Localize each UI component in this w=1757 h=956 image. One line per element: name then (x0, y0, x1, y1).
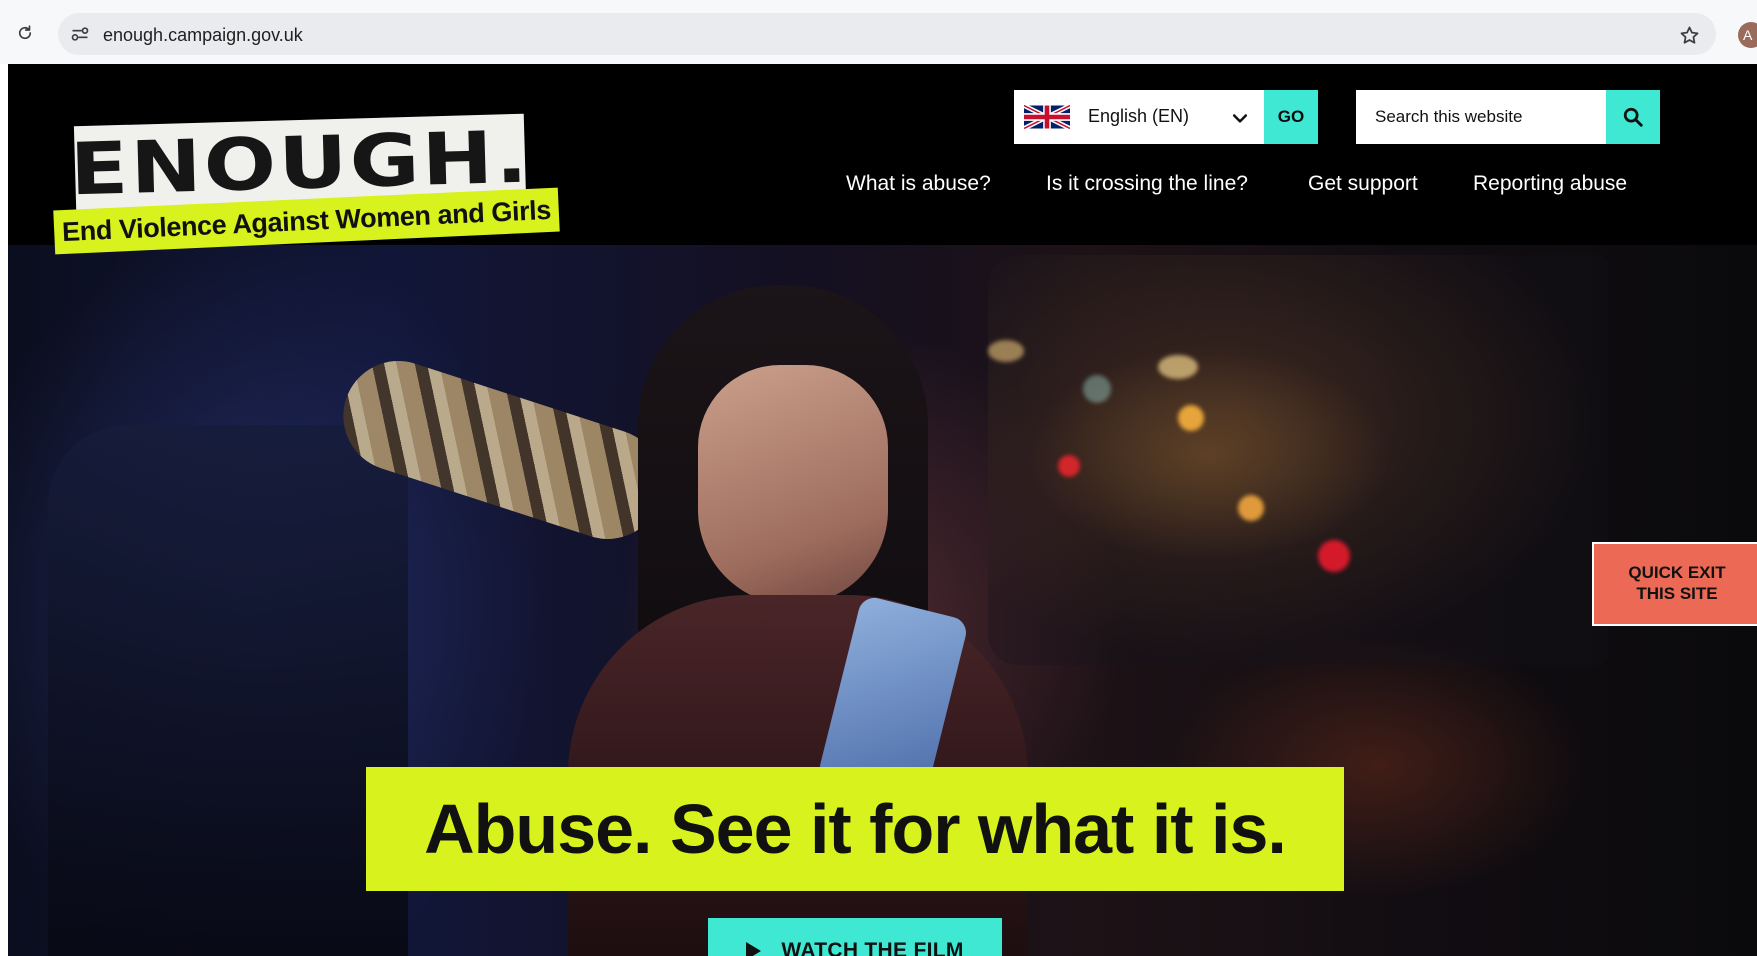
tune-icon (71, 27, 89, 41)
hero-rainy-window (988, 255, 1608, 665)
hero-woman-face (698, 365, 888, 605)
search-icon (1623, 107, 1643, 127)
reload-icon (18, 25, 32, 40)
language-go-button[interactable]: GO (1264, 90, 1318, 144)
quick-exit-button[interactable]: QUICK EXIT THIS SITE (1592, 542, 1757, 626)
hero-banner: Abuse. See it for what it is. WATCH THE … (8, 245, 1757, 956)
url-text[interactable]: enough.campaign.gov.uk (103, 25, 303, 46)
page-viewport: ENOUGH. End Violence Against Women and G… (8, 64, 1757, 956)
quick-exit-line1: QUICK EXIT (1628, 563, 1726, 582)
watch-film-label: WATCH THE FILM (781, 938, 964, 956)
browser-toolbar: enough.campaign.gov.uk A (0, 0, 1757, 64)
nav-crossing-the-line[interactable]: Is it crossing the line? (1046, 172, 1248, 196)
language-selected-label: English (EN) (1088, 106, 1190, 126)
nav-get-support[interactable]: Get support (1308, 172, 1418, 196)
watch-film-button[interactable]: WATCH THE FILM (708, 918, 1002, 956)
star-icon (1680, 26, 1698, 44)
site-header: ENOUGH. End Violence Against Women and G… (8, 64, 1757, 255)
hero-bokeh-light (1158, 355, 1198, 379)
nav-reporting-abuse[interactable]: Reporting abuse (1473, 172, 1627, 196)
reload-button[interactable] (12, 20, 38, 46)
play-icon (746, 941, 762, 956)
main-nav: What is abuse? Is it crossing the line? … (8, 172, 1757, 204)
site-info-button[interactable] (66, 20, 94, 48)
nav-what-is-abuse[interactable]: What is abuse? (846, 172, 991, 196)
language-select[interactable]: English (EN) (1014, 90, 1264, 144)
search-input[interactable] (1356, 90, 1606, 144)
hero-car-seat (48, 425, 408, 956)
quick-exit-line2: THIS SITE (1636, 584, 1718, 603)
address-bar[interactable]: enough.campaign.gov.uk (58, 13, 1716, 55)
hero-bokeh-light (1238, 495, 1264, 521)
search-button[interactable] (1606, 90, 1660, 144)
uk-flag-icon (1024, 103, 1070, 131)
hero-headline: Abuse. See it for what it is. (424, 790, 1287, 868)
profile-avatar[interactable]: A (1738, 22, 1757, 48)
hero-bokeh-light (1058, 455, 1080, 477)
hero-bokeh-light (1318, 540, 1350, 572)
hero-bokeh-light (1178, 405, 1204, 431)
hero-bokeh-light (1083, 375, 1111, 403)
bookmark-button[interactable] (1676, 22, 1702, 48)
hero-headline-banner: Abuse. See it for what it is. (366, 767, 1344, 891)
chevron-down-icon (1232, 114, 1248, 123)
